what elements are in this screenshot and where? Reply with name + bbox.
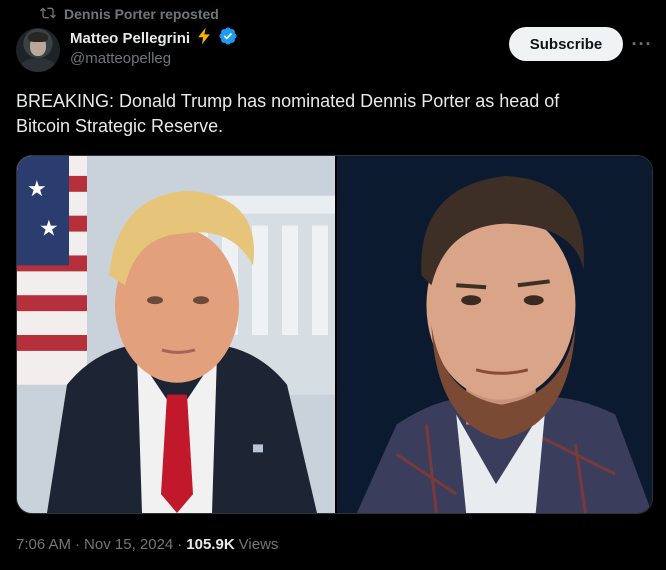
separator: · (177, 536, 183, 553)
subscribe-button[interactable]: Subscribe (509, 27, 623, 61)
views-label: Views (238, 536, 279, 553)
svg-text:★: ★ (39, 217, 59, 242)
display-name[interactable]: Matteo Pellegrini (70, 30, 190, 47)
tweet-date[interactable]: Nov 15, 2024 (84, 536, 173, 553)
repost-label: Dennis Porter reposted (64, 6, 219, 22)
tweet-text-line-2: Bitcoin Strategic Reserve. (16, 116, 224, 136)
repost-icon (40, 5, 56, 24)
avatar[interactable] (16, 28, 60, 72)
author-handle[interactable]: @matteopelleg (70, 50, 238, 70)
media-attachment[interactable]: ★ ★ (16, 155, 653, 514)
tweet-text-line-1: BREAKING: Donald Trump has nominated Den… (16, 91, 560, 111)
views-count: 105.9K (186, 536, 235, 553)
media-image-right[interactable] (337, 156, 652, 513)
verified-badge-icon[interactable] (218, 26, 238, 51)
tweet-time[interactable]: 7:06 AM (16, 536, 71, 553)
lightning-icon (194, 26, 214, 51)
separator: · (75, 536, 81, 553)
repost-indicator[interactable]: Dennis Porter reposted (40, 4, 219, 24)
svg-text:★: ★ (27, 177, 47, 202)
media-image-left[interactable]: ★ ★ (17, 156, 337, 513)
more-options-icon[interactable]: ··· (630, 34, 654, 54)
author-info: Matteo Pellegrini @matteopelleg (70, 26, 238, 70)
tweet-text: BREAKING: Donald Trump has nominated Den… (16, 89, 636, 139)
tweet-metadata: 7:06 AM · Nov 15, 2024 · 105.9K Views (16, 536, 278, 553)
